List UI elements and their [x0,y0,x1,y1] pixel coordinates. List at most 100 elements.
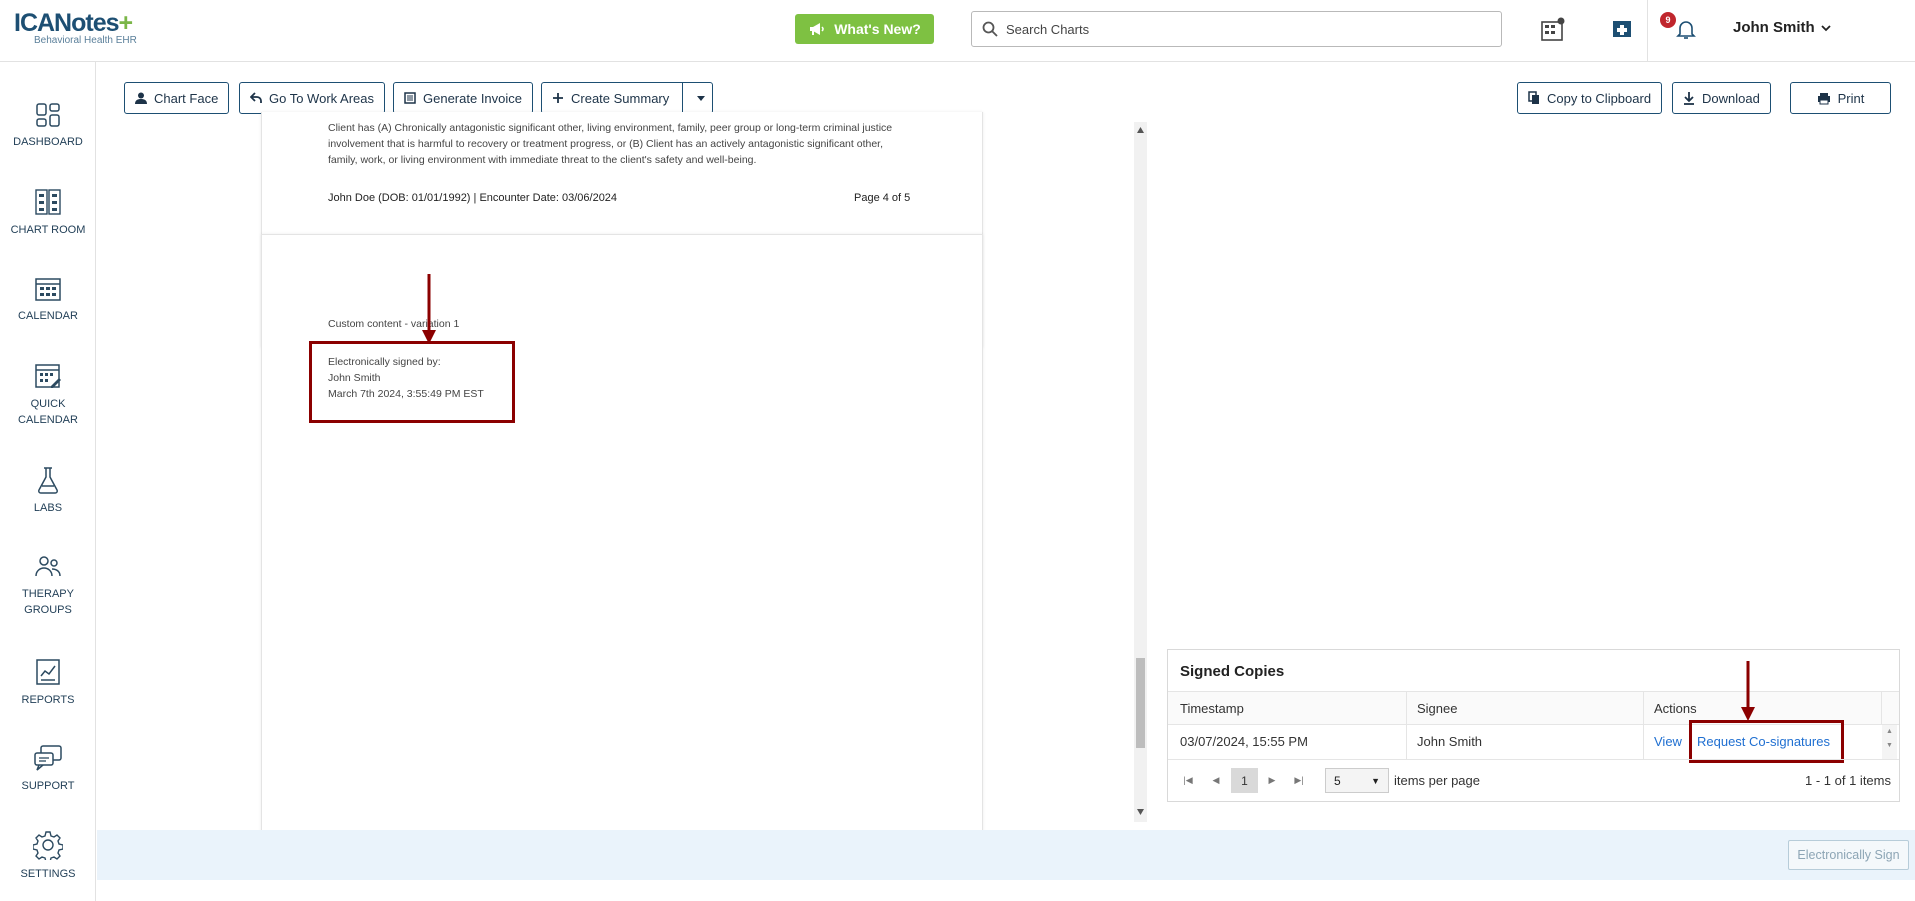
flask-icon [37,467,59,494]
last-page-icon[interactable]: ▶| [1288,769,1310,791]
page4-body-text: Client has (A) Chronically antagonistic … [328,122,893,166]
logo-subtitle: Behavioral Health EHR [34,35,137,46]
sidebar-item-label: SETTINGS [20,868,76,880]
create-summary-label: Create Summary [571,90,670,106]
table-scrollbar[interactable]: ▲ ▼ [1882,725,1897,759]
scrollbar-thumb[interactable] [1136,658,1145,748]
prev-page-icon[interactable]: ◀ [1205,769,1227,791]
logo-plus: + [118,9,134,37]
chat-icon [34,745,62,771]
app-logo[interactable]: ICANotes+ Behavioral Health EHR [14,10,137,46]
page4-footer-patient: John Doe (DOB: 01/01/1992) | Encounter D… [328,192,618,204]
search-icon [982,21,998,37]
view-link[interactable]: View [1654,734,1682,749]
sidebar-item-label: THERAPY GROUPS [22,588,74,616]
caret-down-icon[interactable] [696,94,706,102]
quick-calendar-icon [35,364,61,388]
page-size-select[interactable]: 5 ▼ [1325,768,1389,793]
scroll-up-icon[interactable] [1137,127,1144,133]
pagination: |◀ ◀ 1 ▶ ▶| 5 ▼ items per page 1 - 1 of … [1168,759,1899,801]
gear-icon [33,831,63,860]
back-arrow-icon [250,92,262,103]
sidebar-item-label: CHART ROOM [10,224,86,236]
sidebar-item-therapy-groups[interactable]: THERAPY GROUPS [0,554,96,618]
whats-new-label: What's New? [834,21,921,37]
report-icon [36,659,60,685]
notification-badge: 9 [1660,12,1676,28]
top-bar: ICANotes+ Behavioral Health EHR What's N… [0,0,1915,62]
document-viewer[interactable]: Client has (A) Chronically antagonistic … [97,112,1147,834]
dashboard-icon [36,103,60,127]
column-header-timestamp[interactable]: Timestamp [1180,701,1244,716]
chart-face-button[interactable]: Chart Face [124,82,230,114]
row-timestamp: 03/07/2024, 15:55 PM [1180,734,1308,749]
sidebar-item-calendar[interactable]: CALENDAR [0,276,96,324]
generate-invoice-button[interactable]: Generate Invoice [393,82,534,114]
electronically-sign-button[interactable]: Electronically Sign [1788,840,1909,870]
search-input[interactable] [1006,21,1486,37]
sidebar-item-quick-calendar[interactable]: QUICK CALENDAR [0,362,96,428]
copy-to-clipboard-button[interactable]: Copy to Clipboard [1517,82,1663,114]
sidebar-item-label: QUICK CALENDAR [18,398,78,426]
scroll-down-icon[interactable] [1137,809,1144,815]
sidebar-item-labs[interactable]: LABS [0,466,96,516]
invoice-icon [404,92,416,104]
annotation-arrow-icon [1741,661,1755,721]
first-page-icon[interactable]: |◀ [1177,769,1199,791]
clipboard-icon [1528,91,1539,104]
sidebar-item-chart-room[interactable]: CHART ROOM [0,188,96,238]
row-signee: John Smith [1417,734,1483,749]
sidebar-item-label: CALENDAR [18,310,78,322]
sidebar-item-label: REPORTS [21,694,75,706]
go-to-work-areas-label: Go To Work Areas [269,90,375,106]
signed-copies-panel: Signed Copies Timestamp Signee Actions 0… [1167,649,1900,802]
copy-to-clipboard-label: Copy to Clipboard [1547,90,1652,106]
person-icon [135,92,147,104]
chart-room-icon [35,189,61,215]
signed-copies-title: Signed Copies [1180,663,1285,680]
sidebar-item-dashboard[interactable]: DASHBOARD [0,102,96,150]
calendar-icon [35,278,61,301]
page4-footer-page-number: Page 4 of 5 [854,192,911,204]
download-button[interactable]: Download [1672,82,1771,114]
sidebar-item-settings[interactable]: SETTINGS [0,830,96,882]
next-page-icon[interactable]: ▶ [1261,769,1283,791]
pagination-info: 1 - 1 of 1 items [1805,773,1891,788]
items-per-page-label: items per page [1394,773,1480,788]
go-to-work-areas-button[interactable]: Go To Work Areas [239,82,386,114]
document-page-5: Custom content - variation 1 Electronica… [261,234,983,834]
cosign-highlight-box [1689,720,1844,763]
annotation-arrow-icon [422,274,436,344]
page-size-value: 5 [1334,773,1341,788]
prescription-icon[interactable] [1607,14,1637,44]
print-button[interactable]: Print [1790,82,1891,114]
topbar-divider [1647,0,1648,62]
whats-new-button[interactable]: What's New? [795,14,934,44]
chart-cabinet-icon[interactable] [1538,14,1568,44]
generate-invoice-label: Generate Invoice [423,90,523,106]
current-page-button[interactable]: 1 [1231,768,1258,793]
sidebar-item-support[interactable]: SUPPORT [0,744,96,794]
download-icon [1684,92,1694,105]
chart-face-label: Chart Face [154,90,219,106]
create-summary-button[interactable]: Create Summary [541,82,714,114]
sidebar-item-reports[interactable]: REPORTS [0,658,96,708]
group-icon [35,556,61,577]
bottom-action-bar: Electronically Sign [97,830,1915,880]
sidebar-item-label: LABS [33,502,63,514]
column-header-actions: Actions [1654,701,1697,716]
download-label: Download [1702,90,1760,106]
plus-icon [553,93,563,103]
sidebar: DASHBOARD CHART ROOM CALENDAR QUICK CALE… [0,62,96,901]
user-menu[interactable]: John Smith [1733,19,1831,36]
user-name: John Smith [1733,19,1815,36]
megaphone-icon [810,23,824,35]
caret-down-icon: ▼ [1371,775,1380,786]
printer-icon [1817,92,1830,104]
custom-content-text: Custom content - variation 1 [328,318,460,330]
print-label: Print [1837,90,1865,106]
search-charts[interactable] [971,11,1502,47]
document-scrollbar[interactable] [1134,122,1147,822]
column-header-signee[interactable]: Signee [1417,701,1457,716]
sidebar-item-label: SUPPORT [21,780,75,792]
